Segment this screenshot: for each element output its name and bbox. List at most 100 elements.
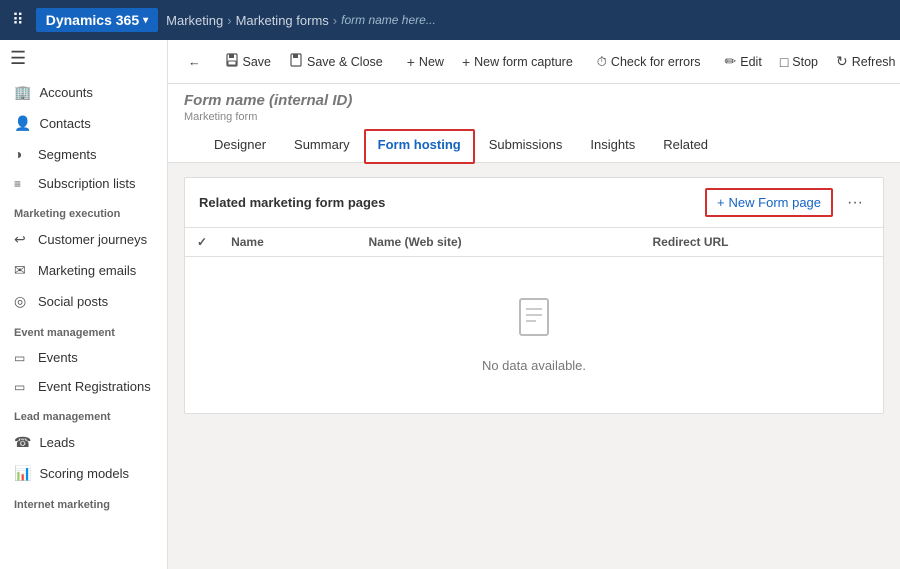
sidebar-label-segments: Segments [38, 147, 97, 162]
sidebar-label-contacts: Contacts [39, 116, 90, 131]
tab-designer[interactable]: Designer [200, 129, 280, 162]
sidebar-item-scoring-models[interactable]: 📊 Scoring models [0, 458, 167, 489]
marketing-emails-icon: ✉ [14, 262, 30, 279]
top-navigation: ⠿ Dynamics 365 ▾ Marketing › Marketing f… [0, 0, 900, 40]
refresh-icon: ↻ [836, 53, 848, 70]
tab-form-hosting[interactable]: Form hosting [364, 129, 475, 164]
leads-icon: ☎ [14, 434, 31, 451]
stop-label: Stop [792, 55, 818, 69]
breadcrumb: Marketing › Marketing forms › form name … [166, 13, 436, 28]
sidebar-label-events: Events [38, 350, 78, 365]
more-options-button[interactable]: ··· [841, 190, 869, 216]
sidebar-item-event-registrations[interactable]: ▭ Event Registrations [0, 372, 167, 401]
sidebar-label-scoring-models: Scoring models [39, 466, 129, 481]
check-errors-button[interactable]: ⏱ Check for errors [589, 49, 709, 75]
col-header-name-website[interactable]: Name (Web site) [357, 228, 641, 257]
new-label: New [419, 55, 444, 69]
sidebar-item-social-posts[interactable]: ◎ Social posts [0, 286, 167, 317]
related-form-pages-section: Related marketing form pages + New Form … [184, 177, 884, 414]
breadcrumb-current: form name here... [341, 13, 436, 27]
tab-submissions[interactable]: Submissions [475, 129, 577, 162]
new-form-capture-label: New form capture [474, 55, 573, 69]
save-close-icon [289, 53, 303, 70]
app-chevron-icon: ▾ [143, 15, 148, 26]
sidebar-label-subscription-lists: Subscription lists [38, 176, 136, 191]
save-close-button[interactable]: Save & Close [281, 48, 391, 75]
tabs-container: Designer Summary Form hosting Submission… [184, 129, 884, 162]
new-form-capture-icon: + [462, 54, 470, 70]
sidebar-item-events[interactable]: ▭ Events [0, 343, 167, 372]
breadcrumb-marketing[interactable]: Marketing [166, 13, 223, 28]
new-button[interactable]: + New [399, 49, 452, 75]
main-content: Related marketing form pages + New Form … [168, 163, 900, 569]
app-name-label: Dynamics 365 [46, 12, 139, 28]
stop-button[interactable]: □ Stop [772, 49, 826, 75]
customer-journeys-icon: ↩ [14, 231, 30, 248]
tab-related[interactable]: Related [649, 129, 722, 162]
col-header-name[interactable]: Name [219, 228, 356, 257]
main-layout: ☰ 🏢 Accounts 👤 Contacts ◑ Segments ≡ Sub… [0, 40, 900, 569]
section-title: Related marketing form pages [199, 195, 385, 210]
sidebar-section-events: Event management [0, 317, 167, 343]
social-posts-icon: ◎ [14, 293, 30, 310]
save-button[interactable]: Save [217, 48, 280, 75]
sidebar-label-marketing-emails: Marketing emails [38, 263, 136, 278]
save-label: Save [243, 55, 272, 69]
scoring-models-icon: 📊 [14, 465, 31, 482]
record-title: Form name (internal ID) [184, 92, 884, 109]
contacts-icon: 👤 [14, 115, 31, 132]
section-header: Related marketing form pages + New Form … [185, 178, 883, 228]
sidebar-label-social-posts: Social posts [38, 294, 108, 309]
tab-insights[interactable]: Insights [576, 129, 649, 162]
sidebar-item-subscription-lists[interactable]: ≡ Subscription lists [0, 169, 167, 198]
waffle-icon[interactable]: ⠿ [8, 6, 28, 34]
sidebar-toggle[interactable]: ☰ [0, 40, 167, 77]
sidebar-item-marketing-emails[interactable]: ✉ Marketing emails [0, 255, 167, 286]
sidebar-item-accounts[interactable]: 🏢 Accounts [0, 77, 167, 108]
events-icon: ▭ [14, 351, 30, 365]
back-button[interactable]: ← [180, 50, 209, 74]
breadcrumb-sep1: › [227, 13, 231, 28]
tab-summary[interactable]: Summary [280, 129, 364, 162]
sidebar-section-internet: Internet marketing [0, 489, 167, 515]
back-icon: ← [188, 55, 201, 69]
sidebar-section-leads: Lead management [0, 401, 167, 427]
check-errors-icon: ⏱ [597, 54, 607, 70]
sidebar-item-contacts[interactable]: 👤 Contacts [0, 108, 167, 139]
no-data-message: No data available. [185, 257, 883, 413]
sidebar-label-customer-journeys: Customer journeys [38, 232, 147, 247]
new-form-page-button[interactable]: + New Form page [705, 188, 833, 217]
sidebar-item-segments[interactable]: ◑ Segments [0, 139, 167, 169]
sidebar: ☰ 🏢 Accounts 👤 Contacts ◑ Segments ≡ Sub… [0, 40, 168, 569]
refresh-label: Refresh [852, 55, 896, 69]
table-header-row: ✓ Name Name (Web site) Redirect URL [185, 228, 883, 257]
toolbar: ← Save Save & Close + New + [168, 40, 900, 84]
no-data-text: No data available. [482, 358, 586, 373]
event-registrations-icon: ▭ [14, 380, 30, 394]
segments-icon: ◑ [14, 146, 30, 162]
check-errors-label: Check for errors [611, 55, 701, 69]
sidebar-item-customer-journeys[interactable]: ↩ Customer journeys [0, 224, 167, 255]
sidebar-section-marketing: Marketing execution [0, 198, 167, 224]
col-header-redirect-url[interactable]: Redirect URL [641, 228, 884, 257]
refresh-button[interactable]: ↻ Refresh [828, 48, 900, 75]
sidebar-label-event-registrations: Event Registrations [38, 379, 151, 394]
edit-button[interactable]: ✏ Edit [717, 48, 770, 75]
app-name-button[interactable]: Dynamics 365 ▾ [36, 8, 158, 32]
no-data-icon [514, 297, 554, 350]
new-icon: + [407, 54, 415, 70]
accounts-icon: 🏢 [14, 84, 31, 101]
record-subtitle: Marketing form [184, 111, 884, 123]
subscription-lists-icon: ≡ [14, 177, 30, 191]
breadcrumb-marketing-forms[interactable]: Marketing forms [236, 13, 329, 28]
form-pages-table: ✓ Name Name (Web site) Redirect URL [185, 228, 883, 257]
sidebar-item-leads[interactable]: ☎ Leads [0, 427, 167, 458]
breadcrumb-sep2: › [333, 13, 337, 28]
save-close-label: Save & Close [307, 55, 383, 69]
stop-icon: □ [780, 54, 788, 70]
sidebar-label-accounts: Accounts [39, 85, 92, 100]
more-icon: ··· [847, 194, 863, 211]
col-header-check: ✓ [185, 228, 219, 257]
new-form-capture-button[interactable]: + New form capture [454, 49, 581, 75]
new-form-page-plus-icon: + [717, 195, 725, 210]
